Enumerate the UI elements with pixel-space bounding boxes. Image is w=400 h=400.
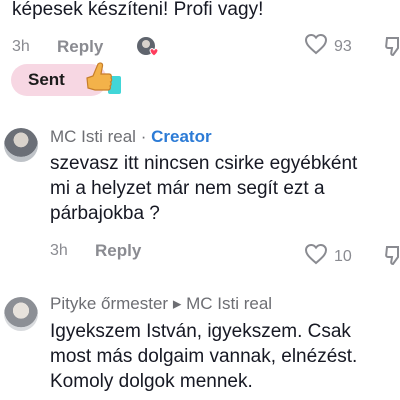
reply-to-author[interactable]: MC Isti real xyxy=(186,294,272,313)
comment-author-row: Pityke őrmester ▸ MC Isti real xyxy=(50,294,272,314)
thumbs-up-emoji-icon xyxy=(83,58,123,105)
comment-line: most más dolgaim vannak, elnézést. xyxy=(50,346,358,367)
heart-outline-icon[interactable] xyxy=(304,243,328,270)
avatar[interactable] xyxy=(4,297,38,331)
comment-line: Komoly dolgok mennek. xyxy=(50,371,253,392)
thumbs-down-outline-icon[interactable] xyxy=(384,244,400,271)
like-control[interactable]: 93 xyxy=(304,33,352,60)
reply-arrow-icon: ▸ xyxy=(172,294,182,313)
thumbs-down-outline-icon[interactable] xyxy=(384,35,400,62)
avatar[interactable] xyxy=(4,128,38,162)
reply-button[interactable]: Reply xyxy=(57,37,103,57)
like-count: 10 xyxy=(334,247,352,265)
comment-text: Igyekszem István, igyekszem. Csak most m… xyxy=(50,319,357,394)
sent-label: Sent xyxy=(28,70,65,89)
comment-author[interactable]: Pityke őrmester xyxy=(50,294,168,313)
comment-time: 3h xyxy=(50,242,68,259)
comment-line: szevasz itt nincsen csirke egyébként xyxy=(50,153,358,174)
comment-text: szevasz itt nincsen csirke egyébként mi … xyxy=(50,151,357,226)
comment-line: Igyekszem István, igyekszem. Csak xyxy=(50,321,351,342)
like-control[interactable]: 10 xyxy=(304,243,352,270)
comment-author-row: MC Isti real · Creator xyxy=(50,127,212,147)
comment-text-fragment: képesek készíteni! Profi vagy! xyxy=(12,0,264,20)
creator-badge: Creator xyxy=(151,127,212,146)
reply-button[interactable]: Reply xyxy=(95,241,141,261)
comment-author[interactable]: MC Isti real xyxy=(50,127,136,146)
like-count: 93 xyxy=(334,37,352,55)
separator: · xyxy=(140,127,147,146)
heart-outline-icon[interactable] xyxy=(304,33,328,60)
comment-line: párbajokba ? xyxy=(50,203,160,224)
comment-line: mi a helyzet már nem segít ezt a xyxy=(50,178,325,199)
creator-liked-avatar-icon xyxy=(136,36,160,60)
comment-time: 3h xyxy=(12,38,30,55)
